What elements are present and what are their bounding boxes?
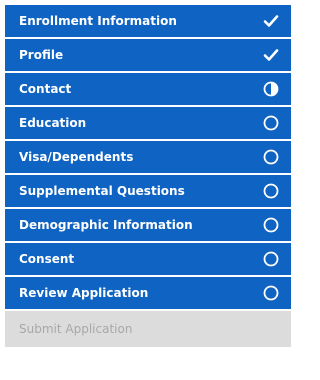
step-label: Enrollment Information <box>19 14 177 28</box>
step-visa-dependents[interactable]: Visa/Dependents <box>5 141 291 175</box>
step-label: Profile <box>19 48 64 62</box>
step-consent[interactable]: Consent <box>5 243 291 277</box>
step-demographic-information[interactable]: Demographic Information <box>5 209 291 243</box>
check-icon <box>263 47 279 63</box>
empty-circle-icon <box>263 251 279 267</box>
step-enrollment-information[interactable]: Enrollment Information <box>5 5 291 39</box>
step-contact[interactable]: Contact <box>5 73 291 107</box>
empty-circle-icon <box>263 183 279 199</box>
empty-circle-icon <box>263 115 279 131</box>
step-label: Submit Application <box>19 322 133 336</box>
step-label: Contact <box>19 82 72 96</box>
application-steps-nav: Enrollment Information Profile Contact E… <box>5 5 291 347</box>
step-label: Review Application <box>19 286 149 300</box>
step-supplemental-questions[interactable]: Supplemental Questions <box>5 175 291 209</box>
empty-circle-icon <box>263 149 279 165</box>
step-label: Education <box>19 116 87 130</box>
step-label: Visa/Dependents <box>19 150 134 164</box>
empty-circle-icon <box>263 217 279 233</box>
step-label: Supplemental Questions <box>19 184 185 198</box>
step-education[interactable]: Education <box>5 107 291 141</box>
check-icon <box>263 13 279 29</box>
step-label: Consent <box>19 252 75 266</box>
step-profile[interactable]: Profile <box>5 39 291 73</box>
step-submit-application: Submit Application <box>5 311 291 347</box>
step-review-application[interactable]: Review Application <box>5 277 291 311</box>
half-circle-icon <box>263 81 279 97</box>
empty-circle-icon <box>263 285 279 301</box>
step-label: Demographic Information <box>19 218 193 232</box>
